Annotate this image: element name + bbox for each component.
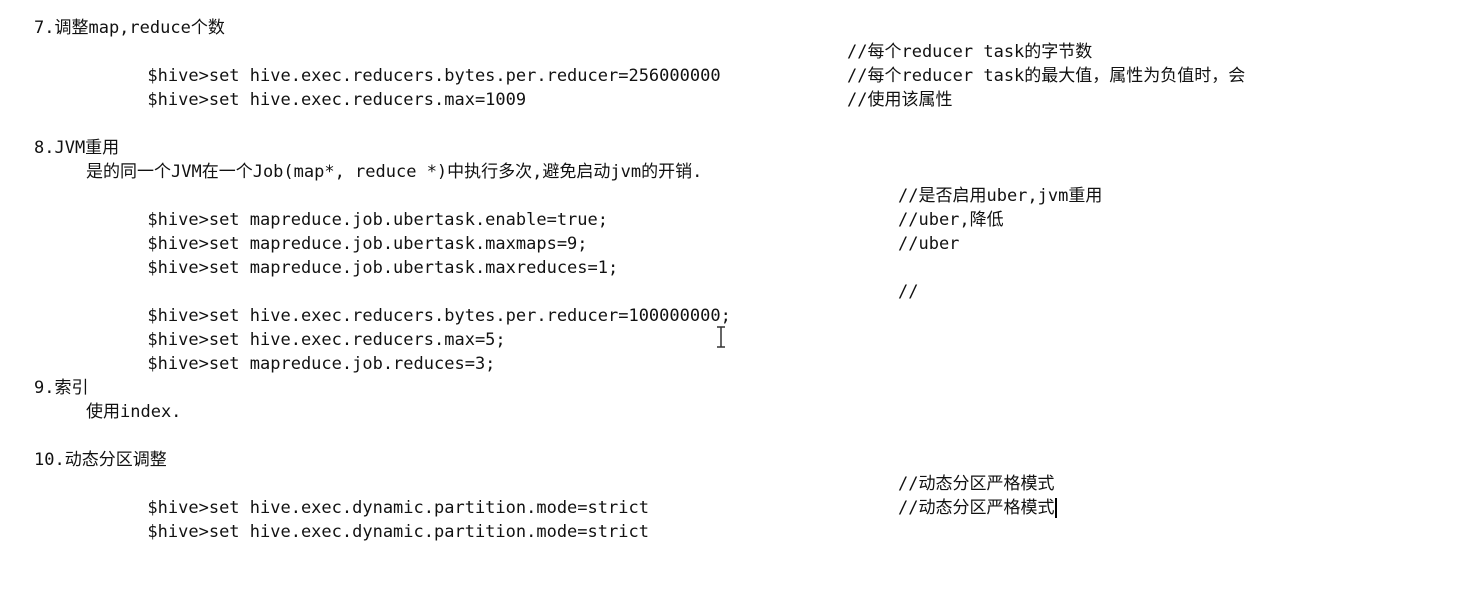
section-9: 9.索引 使用index. bbox=[34, 376, 1454, 424]
section-10: 10.动态分区调整 $hive>set hive.exec.dynamic.pa… bbox=[34, 448, 1454, 542]
section-heading: 9.索引 bbox=[34, 378, 89, 398]
comment-text: //使用该属性 bbox=[847, 90, 953, 110]
document-body: 7.调整map,reduce个数 $hive>set hive.exec.red… bbox=[34, 16, 1454, 544]
command-text: $hive>set mapreduce.job.ubertask.maxredu… bbox=[147, 258, 619, 278]
code-line[interactable]: $hive>set hive.exec.dynamic.partition.mo… bbox=[34, 472, 1454, 518]
comment-text: //每个reducer task的最大值，属性为负值时，会 bbox=[847, 66, 1246, 86]
ibeam-cursor-icon bbox=[717, 326, 725, 348]
command-text: $hive>set hive.exec.dynamic.partition.mo… bbox=[147, 522, 649, 542]
code-line[interactable]: $hive>set mapreduce.job.reduces=3; bbox=[34, 328, 1454, 374]
code-line[interactable]: $hive>set hive.exec.dynamic.partition.mo… bbox=[34, 496, 1454, 542]
comment-text: //每个reducer task的字节数 bbox=[847, 42, 1093, 62]
section-heading: 7.调整map,reduce个数 bbox=[34, 18, 225, 38]
comment-text: //uber,降低 bbox=[898, 210, 1004, 230]
comment-text: //动态分区严格模式 bbox=[898, 474, 1055, 494]
comment-text: //动态分区严格模式 bbox=[898, 496, 1058, 520]
code-line[interactable]: $hive>set hive.exec.reducers.bytes.per.r… bbox=[34, 280, 1454, 326]
code-line[interactable]: $hive>set mapreduce.job.ubertask.maxredu… bbox=[34, 232, 1454, 278]
comment-text: //是否启用uber,jvm重用 bbox=[898, 186, 1103, 206]
section-heading: 8.JVM重用 bbox=[34, 138, 120, 158]
code-line[interactable]: $hive>set hive.exec.reducers.max=1009 //… bbox=[34, 64, 1454, 110]
comment-text: //uber bbox=[898, 234, 960, 254]
comment-text: // bbox=[898, 282, 919, 302]
code-line[interactable]: $hive>set mapreduce.job.ubertask.enable=… bbox=[34, 184, 1454, 230]
command-text: $hive>set mapreduce.job.reduces=3; bbox=[147, 354, 496, 374]
section-heading: 10.动态分区调整 bbox=[34, 450, 167, 470]
intro-text: 使用index. bbox=[86, 402, 182, 422]
code-line[interactable]: $hive>set hive.exec.reducers.max=5; bbox=[34, 304, 1454, 350]
section-8: 8.JVM重用 是的同一个JVM在一个Job(map*, reduce *)中执… bbox=[34, 136, 1454, 374]
code-line[interactable]: $hive>set hive.exec.reducers.bytes.per.r… bbox=[34, 40, 1454, 86]
text-caret bbox=[1055, 498, 1058, 518]
intro-text: 是的同一个JVM在一个Job(map*, reduce *)中执行多次,避免启动… bbox=[86, 162, 703, 182]
comment-value: //动态分区严格模式 bbox=[898, 498, 1055, 518]
code-line[interactable]: //使用该属性 bbox=[34, 88, 1454, 112]
code-line[interactable]: $hive>set mapreduce.job.ubertask.maxmaps… bbox=[34, 208, 1454, 254]
section-7: 7.调整map,reduce个数 $hive>set hive.exec.red… bbox=[34, 16, 1454, 112]
